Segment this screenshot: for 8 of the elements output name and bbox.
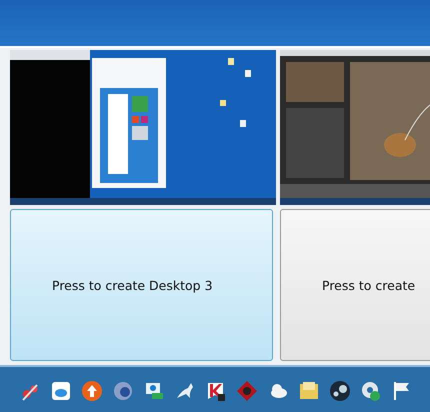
folder-icon[interactable] bbox=[298, 380, 320, 402]
create-desktop-button[interactable]: Press to create bbox=[280, 209, 430, 361]
upload-icon[interactable] bbox=[81, 380, 103, 402]
disc-icon[interactable] bbox=[329, 380, 351, 402]
create-desktop-button[interactable]: Press to create Desktop 3 bbox=[10, 209, 273, 361]
diamond-icon[interactable] bbox=[236, 380, 258, 402]
cloud-icon[interactable] bbox=[50, 380, 72, 402]
globe-icon[interactable] bbox=[112, 380, 134, 402]
